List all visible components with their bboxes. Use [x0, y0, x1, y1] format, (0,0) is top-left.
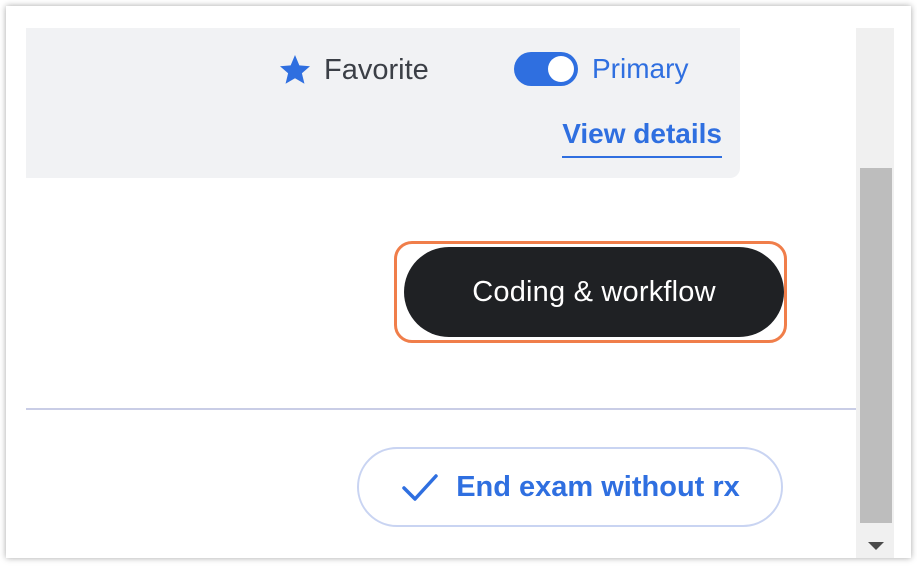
encounter-card: Favorite Primary View details [26, 28, 740, 178]
end-exam-label: End exam without rx [456, 470, 740, 503]
window-frame: Favorite Primary View details Coding & w… [6, 6, 911, 558]
favorite-label: Favorite [324, 53, 429, 86]
coding-workflow-label: Coding & workflow [472, 275, 716, 308]
primary-label: Primary [592, 53, 689, 84]
scroll-down-arrow-icon[interactable] [868, 542, 884, 550]
scrollbar-thumb[interactable] [860, 168, 892, 523]
favorite-control[interactable]: Favorite [276, 52, 429, 88]
toggle-knob [548, 56, 574, 82]
view-details-link[interactable]: View details [562, 118, 722, 158]
checkmark-icon [400, 471, 440, 503]
vertical-scrollbar[interactable] [856, 28, 894, 558]
end-exam-without-rx-button[interactable]: End exam without rx [357, 447, 783, 527]
section-divider [26, 408, 856, 410]
primary-toggle[interactable] [514, 52, 578, 86]
primary-toggle-control[interactable]: Primary [514, 52, 688, 86]
star-icon [276, 52, 314, 88]
coding-workflow-button[interactable]: Coding & workflow [404, 247, 784, 337]
